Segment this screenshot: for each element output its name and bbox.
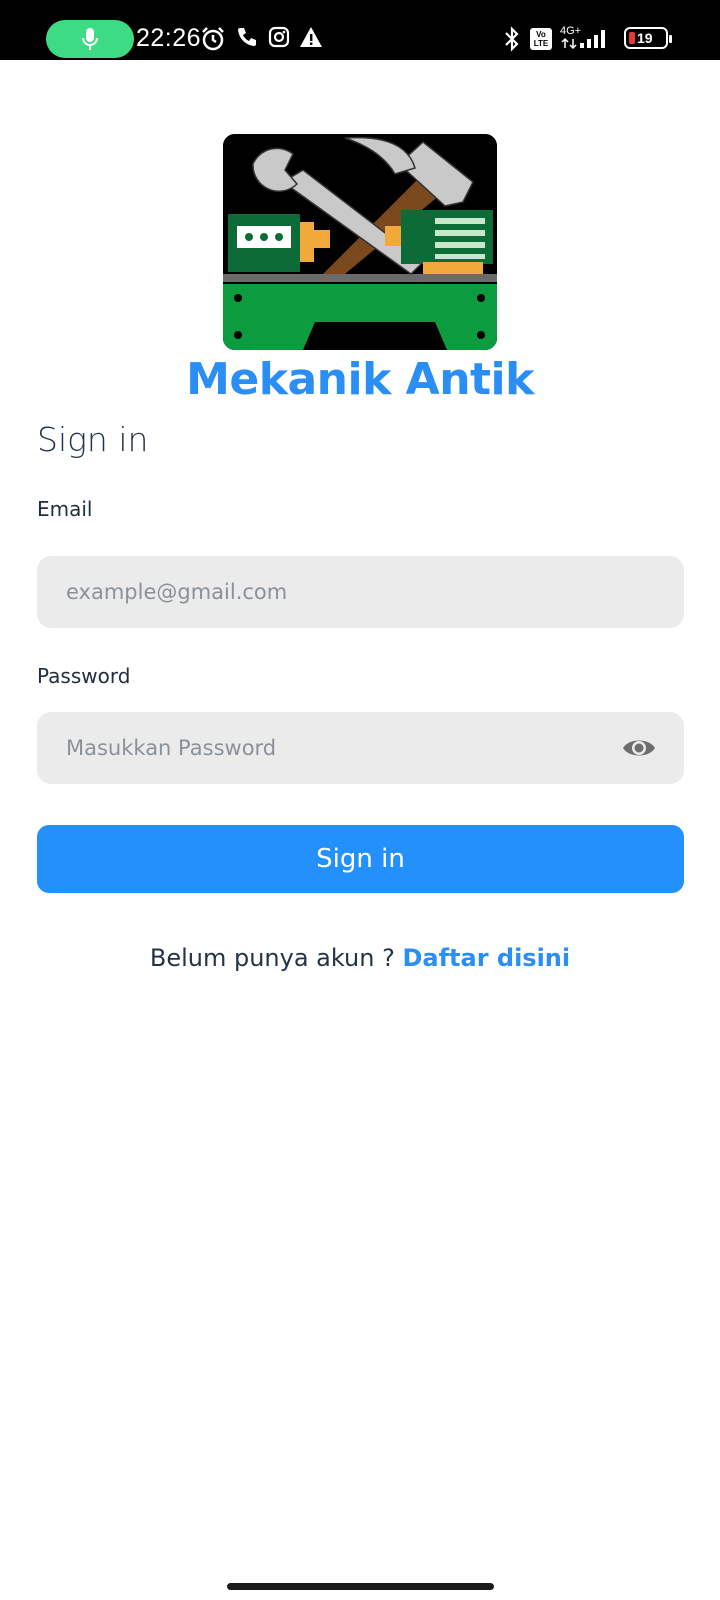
- instagram-icon: [268, 26, 290, 48]
- email-label: Email: [37, 497, 93, 521]
- mic-icon: [82, 28, 98, 50]
- battery-level: 19: [637, 30, 653, 46]
- eye-icon[interactable]: [622, 736, 656, 760]
- register-prompt: Belum punya akun ? Daftar disini: [0, 944, 720, 972]
- password-field-container: [37, 712, 684, 784]
- password-field[interactable]: [66, 712, 606, 784]
- app-logo: [223, 134, 497, 350]
- register-text: Belum punya akun ?: [149, 944, 403, 972]
- alarm-icon: [202, 27, 224, 51]
- bluetooth-icon: [505, 26, 519, 52]
- battery-icon: 19: [624, 27, 672, 49]
- phone-icon: [238, 28, 256, 46]
- status-time: 22:26: [136, 24, 202, 52]
- sign-in-button[interactable]: Sign in: [37, 825, 684, 893]
- register-link[interactable]: Daftar disini: [402, 944, 570, 972]
- volte-icon: Vo LTE: [530, 28, 552, 50]
- email-field-container: [37, 556, 684, 628]
- signal-icon: [561, 30, 605, 50]
- warning-icon: [300, 27, 322, 47]
- home-indicator[interactable]: [227, 1583, 494, 1590]
- password-label: Password: [37, 664, 131, 688]
- email-field[interactable]: [66, 556, 606, 628]
- page-title: Sign in: [37, 420, 149, 459]
- status-bar: 22:26 Vo LTE 4G+ 19: [0, 0, 720, 60]
- app-name: Mekanik Antik: [186, 354, 534, 405]
- mic-indicator[interactable]: [46, 20, 134, 58]
